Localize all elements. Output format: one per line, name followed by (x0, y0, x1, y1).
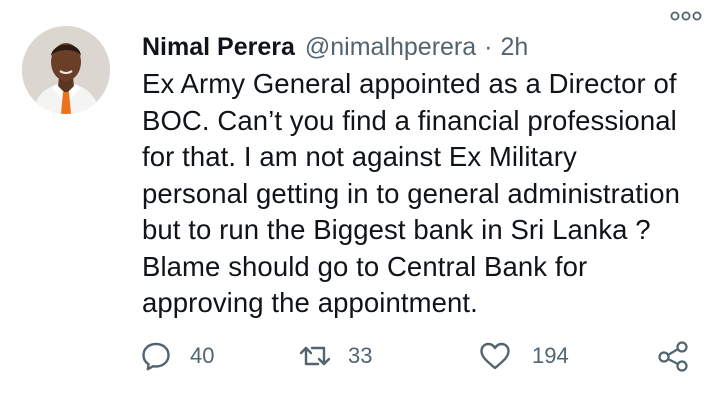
author-name[interactable]: Nimal Perera (142, 33, 295, 62)
reply-button[interactable]: 40 (140, 338, 214, 374)
reply-count: 40 (190, 343, 215, 368)
action-bar: 40 33 194 (140, 338, 700, 374)
like-icon (478, 340, 512, 372)
retweet-count: 33 (348, 343, 373, 368)
retweet-icon (298, 340, 332, 372)
more-icon[interactable] (670, 8, 702, 24)
separator-dot: · (484, 32, 493, 61)
tweet-text: Ex Army General appointed as a Director … (142, 68, 681, 318)
like-button[interactable]: 194 (478, 338, 569, 374)
reply-icon (140, 340, 172, 372)
timestamp[interactable]: 2h (501, 33, 529, 62)
retweet-button[interactable]: 33 (298, 338, 372, 374)
tweet-header: Nimal Perera @nimalhperera · 2h (142, 30, 702, 64)
author-handle[interactable]: @nimalhperera (305, 33, 476, 62)
like-count: 194 (532, 343, 569, 368)
share-icon (656, 340, 690, 372)
avatar-photo (22, 26, 110, 114)
share-button[interactable] (656, 338, 690, 374)
avatar[interactable] (22, 26, 110, 114)
tweet[interactable]: Nimal Perera @nimalhperera · 2h Ex Army … (0, 0, 720, 400)
